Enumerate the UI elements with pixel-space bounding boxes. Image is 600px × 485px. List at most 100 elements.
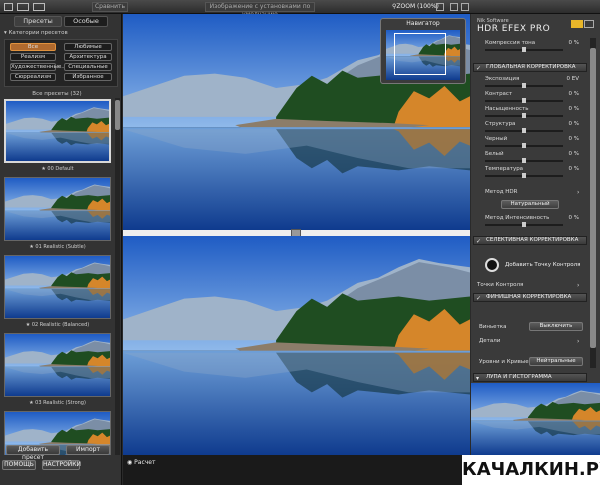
menu-icon[interactable]	[584, 20, 594, 28]
help-button[interactable]: ПОМОЩЬ	[2, 460, 36, 470]
adjustment-slider[interactable]	[485, 113, 563, 118]
section-global-title: ГЛОБАЛЬНАЯ КОРРЕКТИРОВКА	[486, 64, 576, 70]
adjustment-slider[interactable]	[485, 158, 563, 163]
add-control-point-icon[interactable]	[485, 258, 499, 272]
star-icon[interactable]: ★	[29, 244, 33, 250]
category-architecture[interactable]: Архитектура	[64, 53, 112, 61]
slider-knob[interactable]	[522, 128, 526, 133]
adjustment-slider[interactable]	[485, 173, 563, 178]
tab-presets[interactable]: Пресеты	[14, 16, 62, 27]
triangle-down-icon[interactable]: ▾	[4, 30, 7, 36]
method-intensity-label: Метод Интенсивность	[485, 215, 550, 221]
preset-name: 02 Realistic (Balanced)	[31, 322, 90, 328]
chevron-right-icon[interactable]: ›	[577, 189, 579, 196]
folder-icon[interactable]	[571, 20, 583, 28]
preset-thumbnail[interactable]	[4, 177, 111, 241]
progress-icon: ◉	[127, 459, 133, 466]
slider-knob[interactable]	[522, 47, 526, 52]
settings-button[interactable]: НАСТРОЙКИ	[42, 460, 81, 470]
compression-slider[interactable]	[485, 47, 563, 52]
star-icon[interactable]: ★	[26, 322, 30, 328]
preview-after-image[interactable]	[123, 236, 470, 455]
adjustment-label: Температура	[485, 166, 524, 172]
slider-knob[interactable]	[522, 173, 526, 178]
category-special[interactable]: Специальные	[64, 63, 112, 71]
add-control-point-button[interactable]: Добавить Точку Контроля	[505, 262, 580, 268]
category-favorites[interactable]: Любимые	[64, 43, 112, 51]
adjustment-value: 0 %	[568, 91, 579, 97]
category-surrealism[interactable]: Сюрреализм	[10, 73, 56, 81]
adjustments-scrollbar-thumb[interactable]	[590, 48, 596, 348]
preset-list: ★ 00 Default ★ 01 Realistic (Subtle) ★ 0…	[0, 98, 114, 455]
slider-knob[interactable]	[522, 143, 526, 148]
compression-label: Компрессия тона	[485, 40, 536, 46]
adjustment-slider[interactable]	[485, 143, 563, 148]
zoom-level[interactable]: ⚲ZOOM (100%)	[392, 2, 439, 12]
loupe-preview	[471, 383, 600, 455]
navigator-viewport[interactable]	[394, 33, 446, 75]
chevron-down-icon[interactable]	[436, 3, 444, 11]
adjustment-slider[interactable]	[485, 83, 563, 88]
chevron-right-icon[interactable]: ›	[577, 338, 579, 345]
vignette-dropdown[interactable]: Выключить	[529, 322, 583, 331]
slider-knob[interactable]	[522, 222, 526, 227]
section-global[interactable]: ✓ ГЛОБАЛЬНАЯ КОРРЕКТИРОВКА	[473, 63, 587, 72]
hdr-method-dropdown[interactable]: Натуральный	[501, 200, 559, 209]
section-selective[interactable]: ✓ СЕЛЕКТИВНАЯ КОРРЕКТИРОВКА	[473, 236, 587, 245]
slider-knob[interactable]	[522, 98, 526, 103]
adjustments-scrollbar[interactable]	[590, 38, 596, 368]
default-view-button[interactable]: Изображение с установками по умолчанию	[205, 2, 315, 18]
adjustment-label: Структура	[485, 121, 516, 127]
section-loupe[interactable]: ▾ ЛУПА И ГИСТОГРАММА	[473, 373, 587, 382]
preset-thumbnail[interactable]	[4, 255, 111, 319]
category-artistic[interactable]: Художественные...	[10, 63, 67, 71]
compression-value: 0 %	[568, 40, 579, 46]
slider-knob[interactable]	[522, 158, 526, 163]
star-icon[interactable]: ★	[41, 166, 45, 172]
chevron-right-icon[interactable]: ›	[577, 282, 579, 289]
slider-knob[interactable]	[522, 83, 526, 88]
slider-knob[interactable]	[522, 113, 526, 118]
presets-scrollbar-thumb[interactable]	[115, 100, 120, 130]
processing-label: Расчет	[134, 459, 156, 466]
single-view-icon[interactable]	[4, 3, 13, 11]
checkbox-icon[interactable]: ✓	[476, 295, 481, 302]
preset-thumbnail[interactable]	[4, 99, 111, 163]
preset-thumbnail[interactable]	[4, 333, 111, 397]
presets-scrollbar[interactable]	[115, 98, 120, 455]
adjustment-label: Насыщенность	[485, 106, 529, 112]
processing-indicator: ◉ Расчет	[127, 459, 156, 466]
tab-custom[interactable]: Особые	[64, 16, 108, 27]
watermark: КАЧАЛКИН.РУ	[462, 455, 600, 485]
adjustment-label: Контраст	[485, 91, 513, 97]
preset-caption: ★ 02 Realistic (Balanced)	[4, 321, 111, 329]
control-points-label: Точки Контроля	[477, 282, 524, 288]
levels-dropdown[interactable]: Нейтральные	[529, 357, 583, 366]
side-by-side-view-icon[interactable]	[33, 3, 45, 11]
star-icon[interactable]: ★	[29, 400, 33, 406]
checkbox-icon[interactable]: ✓	[476, 65, 481, 72]
compare-button[interactable]: Сравнить	[92, 2, 128, 12]
section-finish[interactable]: ✓ ФИНИШНАЯ КОРРЕКТИРОВКА	[473, 293, 587, 302]
details-label: Детали	[479, 338, 501, 344]
navigator-title: Навигатор	[406, 20, 440, 27]
method-intensity-slider[interactable]	[485, 222, 563, 227]
category-realism[interactable]: Реализм	[10, 53, 56, 61]
hand-tool-icon[interactable]	[450, 3, 458, 11]
adjustment-slider[interactable]	[485, 128, 563, 133]
presets-panel: Пресеты Особые ▾ Категории пресетов Все …	[0, 14, 122, 485]
checkbox-icon[interactable]: ✓	[476, 238, 481, 245]
add-preset-button[interactable]: Добавить пресет	[6, 445, 60, 461]
preset-name: 01 Realistic (Subtle)	[35, 244, 86, 250]
fit-screen-icon[interactable]	[461, 3, 469, 11]
triangle-down-icon[interactable]: ▾	[476, 375, 479, 382]
adjustments-panel: Nik Software HDR EFEX PRO Компрессия тон…	[471, 14, 600, 396]
import-button[interactable]: Импорт	[66, 445, 110, 455]
adjustment-label: Белый	[485, 151, 504, 157]
hdr-method-label: Метод HDR	[485, 189, 518, 195]
adjustment-slider[interactable]	[485, 98, 563, 103]
category-all[interactable]: Все	[10, 43, 56, 51]
adjustment-value: 0 %	[568, 166, 579, 172]
category-selected[interactable]: Избранное	[64, 73, 112, 81]
split-view-icon[interactable]	[17, 3, 29, 11]
